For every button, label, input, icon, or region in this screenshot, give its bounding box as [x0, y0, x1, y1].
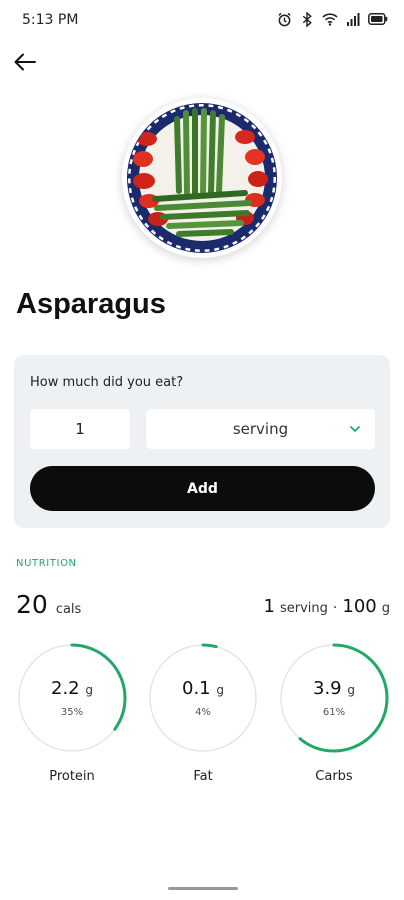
food-image [122, 98, 282, 258]
macro-protein: 2.2 g 35% Protein [16, 642, 128, 792]
quantity-input[interactable]: 1 [30, 409, 130, 449]
calories-summary: 20 cals [16, 590, 81, 619]
back-button[interactable] [10, 48, 40, 76]
arrow-left-icon [14, 53, 36, 71]
macro-fat: 0.1 g 4% Fat [147, 642, 259, 792]
macro-unit: g [85, 683, 93, 697]
macro-amount: 3.9 [313, 678, 342, 699]
macro-name: Carbs [315, 769, 353, 784]
separator-dot: · [332, 600, 338, 616]
signal-icon [345, 11, 361, 27]
calories-value: 20 [16, 590, 48, 619]
alarm-icon [276, 11, 292, 27]
macro-amount: 0.1 [182, 678, 211, 699]
amount-question: How much did you eat? [30, 375, 184, 390]
home-indicator[interactable] [168, 887, 238, 890]
macro-name: Fat [193, 769, 213, 784]
macro-unit: g [216, 683, 224, 697]
serving-info: 1 serving · 100 g [264, 596, 390, 617]
unit-select[interactable]: serving [146, 409, 375, 449]
add-button[interactable]: Add [30, 466, 375, 511]
macro-percent: 4% [195, 707, 211, 718]
weight-unit: g [381, 601, 390, 616]
status-bar: 5:13 PM [0, 0, 404, 40]
serving-qty: 1 [263, 596, 275, 617]
macro-carbs: 3.9 g 61% Carbs [278, 642, 390, 792]
wifi-icon [322, 11, 338, 27]
food-title: Asparagus [16, 288, 166, 320]
amount-card: How much did you eat? 1 serving Add [14, 355, 390, 528]
macro-unit: g [347, 683, 355, 697]
calories-unit: cals [55, 602, 82, 617]
status-time: 5:13 PM [22, 12, 79, 28]
nutrition-section-label: NUTRITION [16, 558, 77, 569]
macro-percent: 61% [322, 707, 346, 718]
macro-amount: 2.2 [51, 678, 80, 699]
macro-percent: 35% [60, 707, 84, 718]
macro-name: Protein [49, 769, 95, 784]
serving-unit: serving [280, 601, 328, 616]
unit-select-value: serving [232, 420, 289, 438]
chevron-down-icon [350, 426, 360, 432]
battery-icon [368, 11, 388, 27]
weight-value: 100 [342, 596, 377, 617]
status-icons [276, 11, 388, 27]
asparagus-plate [127, 103, 277, 253]
bluetooth-icon [299, 11, 315, 27]
